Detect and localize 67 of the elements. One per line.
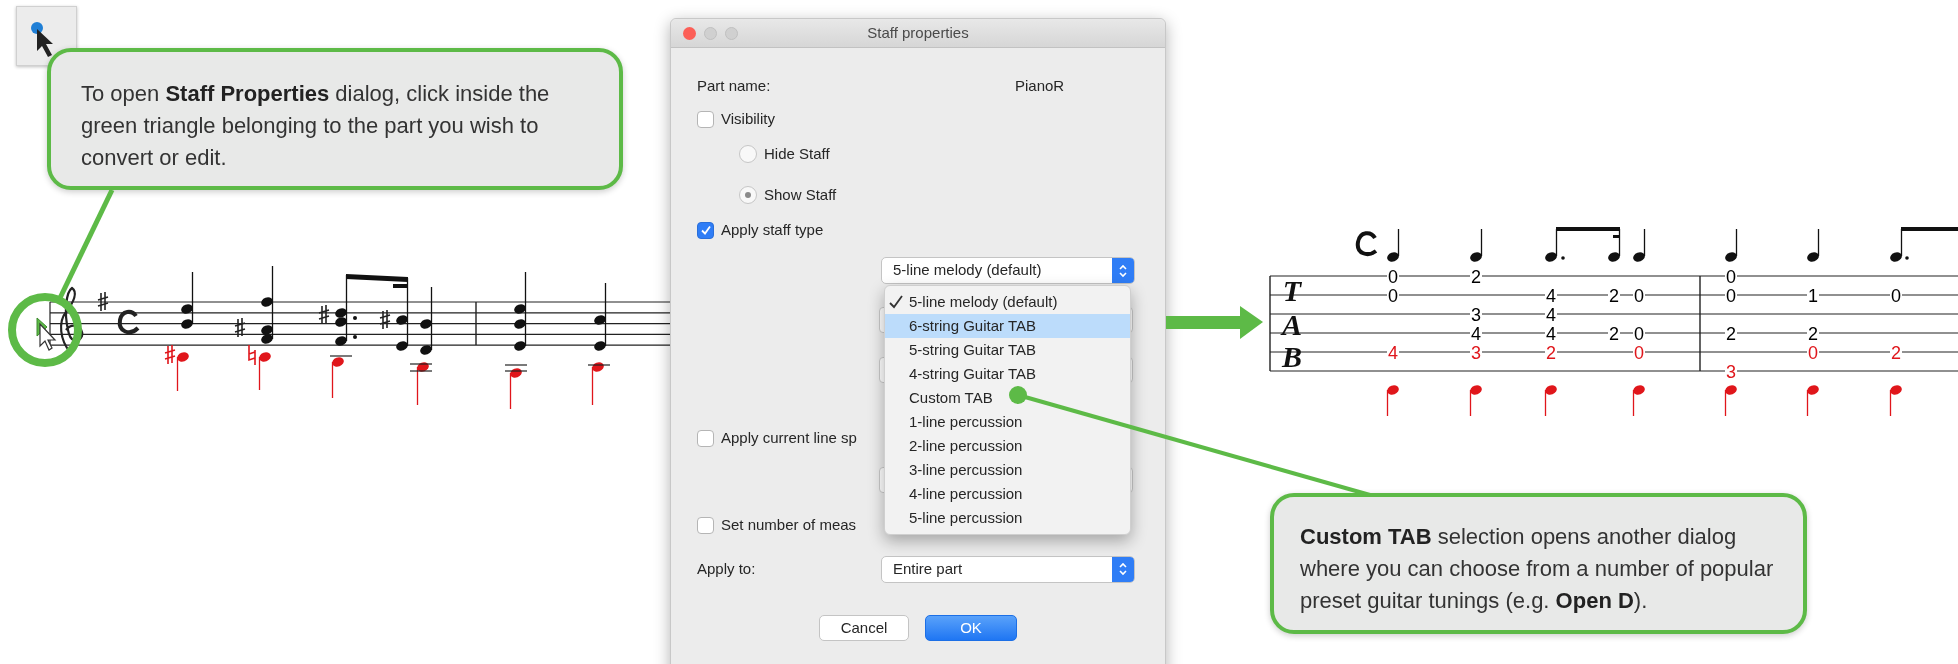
fret-number: 2 xyxy=(1546,343,1556,363)
close-button[interactable] xyxy=(683,26,696,40)
menu-item[interactable]: 3-line percussion xyxy=(885,458,1130,482)
clef-letter: B xyxy=(1282,339,1302,373)
fret-number: 2 xyxy=(1726,324,1736,344)
zoom-button[interactable] xyxy=(725,26,738,40)
menu-item[interactable]: 4-string Guitar TAB xyxy=(885,362,1130,386)
fret-number: 0 xyxy=(1634,286,1644,306)
fret-number: 4 xyxy=(1471,324,1481,344)
fret-number: 0 xyxy=(1388,267,1398,287)
fret-number: 2 xyxy=(1609,324,1619,344)
minimize-button[interactable] xyxy=(704,26,717,40)
menu-item[interactable]: 5-line percussion xyxy=(885,506,1130,530)
fret-number: 3 xyxy=(1726,362,1736,382)
checkbox-label: Set number of meas xyxy=(721,514,857,535)
fret-number: 0 xyxy=(1634,324,1644,344)
checkmark-icon xyxy=(699,224,712,236)
fret-number: 4 xyxy=(1546,286,1556,306)
cursor-icon xyxy=(39,322,57,351)
radio-button[interactable] xyxy=(739,145,757,163)
arrow-icon xyxy=(1166,306,1263,339)
fret-number: 0 xyxy=(1808,343,1818,363)
checkbox[interactable] xyxy=(697,110,714,128)
fret-number: 2 xyxy=(1471,267,1481,287)
radio-label: Show Staff xyxy=(764,184,837,205)
dropdown-select[interactable]: Entire part xyxy=(881,555,1135,583)
fret-number: 1 xyxy=(1808,286,1818,306)
menu-item[interactable]: 4-line percussion xyxy=(885,482,1130,506)
fret-number: 4 xyxy=(1546,305,1556,325)
checkbox[interactable] xyxy=(697,429,714,447)
fret-number: 3 xyxy=(1471,343,1481,363)
dropdown-select[interactable]: 5-line melody (default) xyxy=(881,257,1135,284)
radio-button[interactable] xyxy=(739,186,757,204)
clef-letter: A xyxy=(1282,307,1302,341)
radio-label: Hide Staff xyxy=(764,143,830,164)
menu-item[interactable]: Custom TAB xyxy=(885,386,1130,410)
fret-number: 2 xyxy=(1609,286,1619,306)
checkbox[interactable] xyxy=(697,516,714,534)
fret-number: 0 xyxy=(1726,267,1736,287)
stepper-icon xyxy=(1118,561,1128,577)
fret-number: 2 xyxy=(1891,343,1901,363)
menu-item[interactable]: 5-line melody (default) xyxy=(885,290,1130,314)
fret-number: 4 xyxy=(1546,324,1556,344)
fret-number: 2 xyxy=(1808,324,1818,344)
fret-number: 0 xyxy=(1726,286,1736,306)
menu-item[interactable]: 1-line percussion xyxy=(885,410,1130,434)
stepper-icon xyxy=(1118,262,1128,279)
field-label: Part name: xyxy=(697,75,772,96)
callout-text: Custom TAB selection opens another dialog where you can choose from a number of popular preset guitar tunings (e.g. Open D). xyxy=(1300,523,1775,615)
fret-number: 0 xyxy=(1634,343,1644,363)
fret-number: 0 xyxy=(1388,286,1398,306)
fret-number: 3 xyxy=(1471,305,1481,325)
fret-number: 4 xyxy=(1388,343,1398,363)
checkbox-label: Apply staff type xyxy=(721,219,824,240)
callout-text: To open Staff Properties dialog, click inside the green triangle belonging to the part you wish to convert or edit. xyxy=(81,80,551,172)
part-name-value: PianoR xyxy=(1015,75,1065,96)
field-label: Apply to: xyxy=(697,558,757,579)
clef-letter: T xyxy=(1282,273,1302,307)
menu-item[interactable]: 6-string Guitar TAB xyxy=(885,314,1130,338)
checkbox-label: Visibility xyxy=(721,108,775,129)
fret-number: 0 xyxy=(1891,286,1901,306)
checkbox-label: Apply current line sp xyxy=(721,427,857,448)
cancel-button[interactable]: Cancel xyxy=(819,615,909,641)
menu-item[interactable]: 2-line percussion xyxy=(885,434,1130,458)
menu-item[interactable]: 5-string Guitar TAB xyxy=(885,338,1130,362)
checkbox[interactable] xyxy=(697,221,714,239)
window-title: Staff properties xyxy=(867,22,969,43)
